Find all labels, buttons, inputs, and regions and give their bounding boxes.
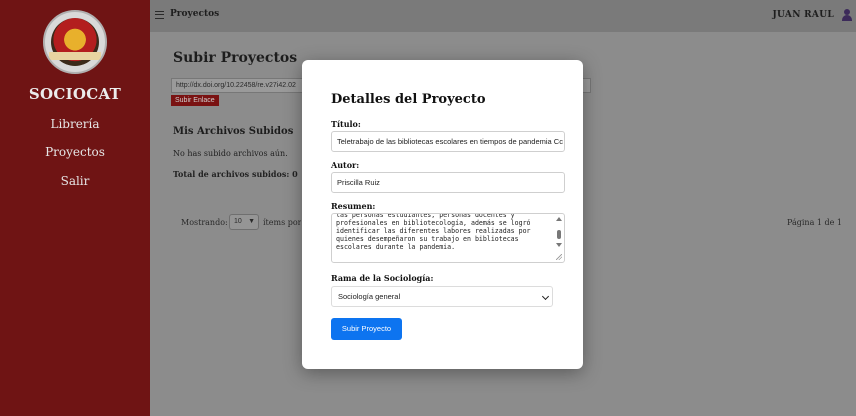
sidebar: SOCIOCAT Librería Proyectos Salir xyxy=(0,0,150,416)
per-page-select[interactable]: 10 ▼ xyxy=(229,214,259,230)
upload-heading: Subir Proyectos xyxy=(173,50,298,66)
scrollbar[interactable] xyxy=(556,217,562,255)
branch-select[interactable]: Sociología general xyxy=(331,286,553,307)
total-files-text: Total de archivos subidos: 0 xyxy=(173,169,298,179)
brand-name: SOCIOCAT xyxy=(28,85,122,103)
hamburger-icon[interactable] xyxy=(155,11,164,19)
title-input[interactable]: Teletrabajo de las bibliotecas escolares… xyxy=(331,131,565,152)
university-seal-logo xyxy=(43,10,107,74)
sidebar-item-libreria[interactable]: Librería xyxy=(0,117,150,131)
title-label: Título: xyxy=(331,119,361,129)
scroll-thumb[interactable] xyxy=(557,230,561,239)
showing-label: Mostrando: xyxy=(181,218,228,227)
user-icon[interactable] xyxy=(842,9,852,21)
branch-label: Rama de la Sociología: xyxy=(331,273,434,283)
no-files-text: No has subido archivos aún. xyxy=(173,149,288,158)
files-heading: Mis Archivos Subidos xyxy=(173,126,294,137)
logo-ribbon xyxy=(49,52,101,60)
chevron-down-icon: ▼ xyxy=(248,218,255,225)
project-details-modal: Detalles del Proyecto Título: Teletrabaj… xyxy=(302,60,583,369)
resize-handle-icon[interactable] xyxy=(556,254,562,260)
submit-project-button[interactable]: Subir Proyecto xyxy=(331,318,402,340)
author-label: Autor: xyxy=(331,160,360,170)
branch-value: Sociología general xyxy=(338,292,401,301)
items-per-page-label: ítems por página xyxy=(263,218,301,227)
sidebar-item-proyectos[interactable]: Proyectos xyxy=(0,145,150,159)
chevron-down-icon xyxy=(541,292,550,301)
author-input[interactable]: Priscilla Ruiz xyxy=(331,172,565,193)
page-title: Proyectos xyxy=(170,9,220,19)
top-bar: Proyectos JUAN RAUL xyxy=(150,0,856,32)
page-info: Página 1 de 1 xyxy=(786,218,842,227)
scroll-down-icon[interactable] xyxy=(556,243,562,247)
user-name[interactable]: JUAN RAUL xyxy=(772,10,834,20)
per-page-value: 10 xyxy=(234,218,242,225)
summary-text: las personas estudiantes, personas docen… xyxy=(336,213,531,251)
modal-title: Detalles del Proyecto xyxy=(331,92,486,107)
summary-textarea[interactable]: las personas estudiantes, personas docen… xyxy=(331,213,565,263)
summary-label: Resumen: xyxy=(331,201,376,211)
upload-link-button[interactable]: Subir Enlace xyxy=(171,95,219,106)
scroll-up-icon[interactable] xyxy=(556,217,562,221)
sidebar-item-salir[interactable]: Salir xyxy=(0,174,150,188)
